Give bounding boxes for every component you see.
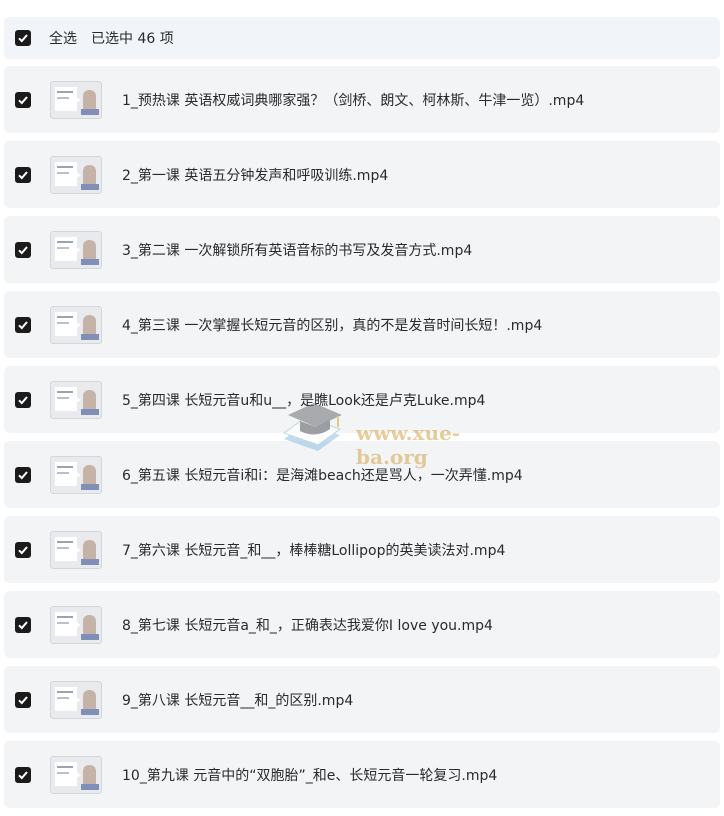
list-item[interactable]: 10_第九课 元音中的“双胞胎”_和e、长短元音一轮复习.mp4 [4, 741, 720, 808]
selection-header: 全选 已选中 46 项 [4, 17, 720, 59]
file-name[interactable]: 2_第一课 英语五分钟发声和呼吸训练.mp4 [122, 165, 388, 185]
checkmark-icon [18, 770, 28, 779]
video-thumbnail-icon [50, 605, 102, 644]
list-item[interactable]: 1_预热课 英语权威词典哪家强？（剑桥、朗文、柯林斯、牛津一览）.mp4 [4, 66, 720, 133]
item-checkbox[interactable] [15, 166, 31, 183]
watermark-logo: www.xue-ba.org [278, 393, 528, 469]
item-checkbox[interactable] [15, 766, 31, 783]
checkmark-icon [18, 620, 28, 629]
item-checkbox[interactable] [15, 241, 31, 258]
list-item[interactable]: 7_第六课 长短元音_和__，棒棒糖Lollipop的英美读法对.mp4 [4, 516, 720, 583]
video-thumbnail-icon [50, 455, 102, 494]
checkmark-icon [18, 245, 28, 254]
play-icon [70, 317, 81, 332]
video-thumbnail-icon [50, 755, 102, 794]
video-thumbnail-icon [50, 530, 102, 569]
checkmark-icon [18, 470, 28, 479]
selected-count: 已选中 46 项 [91, 31, 174, 47]
video-thumbnail-icon [50, 155, 102, 194]
video-thumbnail-icon [50, 80, 102, 119]
item-checkbox[interactable] [15, 91, 31, 108]
item-checkbox[interactable] [15, 466, 31, 483]
graduation-cap-logo [282, 403, 342, 451]
item-checkbox[interactable] [15, 616, 31, 633]
play-icon [70, 467, 81, 482]
checkmark-icon [18, 395, 28, 404]
item-checkbox[interactable] [15, 691, 31, 708]
play-icon [70, 167, 81, 182]
checkmark-icon [18, 95, 28, 104]
checkmark-icon [18, 545, 28, 554]
list-item[interactable]: 8_第七课 长短元音a_和_，正确表达我爱你I love you.mp4 [4, 591, 720, 658]
file-name[interactable]: 4_第三课 一次掌握长短元音的区别，真的不是发音时间长短！.mp4 [122, 315, 542, 335]
video-thumbnail-icon [50, 380, 102, 419]
video-thumbnail-icon [50, 230, 102, 269]
list-item[interactable]: 4_第三课 一次掌握长短元音的区别，真的不是发音时间长短！.mp4 [4, 291, 720, 358]
file-name[interactable]: 7_第六课 长短元音_和__，棒棒糖Lollipop的英美读法对.mp4 [122, 540, 505, 560]
file-name[interactable]: 9_第八课 长短元音__和_的区别.mp4 [122, 690, 353, 710]
checkmark-icon [18, 320, 28, 329]
checkmark-icon [18, 695, 28, 704]
file-name[interactable]: 3_第二课 一次解锁所有英语音标的书写及发音方式.mp4 [122, 240, 472, 260]
select-all-checkbox[interactable] [15, 30, 31, 46]
video-thumbnail-icon [50, 680, 102, 719]
play-icon [70, 767, 81, 782]
video-thumbnail-icon [50, 305, 102, 344]
play-icon [70, 542, 81, 557]
item-checkbox[interactable] [15, 316, 31, 333]
play-icon [70, 92, 81, 107]
play-icon [70, 392, 81, 407]
list-item[interactable]: 3_第二课 一次解锁所有英语音标的书写及发音方式.mp4 [4, 216, 720, 283]
checkmark-icon [18, 34, 28, 43]
file-name[interactable]: 10_第九课 元音中的“双胞胎”_和e、长短元音一轮复习.mp4 [122, 765, 497, 785]
file-name[interactable]: 1_预热课 英语权威词典哪家强？（剑桥、朗文、柯林斯、牛津一览）.mp4 [122, 90, 584, 110]
item-checkbox[interactable] [15, 541, 31, 558]
checkmark-icon [18, 170, 28, 179]
list-item[interactable]: 9_第八课 长短元音__和_的区别.mp4 [4, 666, 720, 733]
watermark-text: www.xue-ba.org [356, 421, 461, 469]
select-all-label[interactable]: 全选 [49, 28, 77, 48]
item-checkbox[interactable] [15, 391, 31, 408]
play-icon [70, 692, 81, 707]
list-item[interactable]: 2_第一课 英语五分钟发声和呼吸训练.mp4 [4, 141, 720, 208]
play-icon [70, 617, 81, 632]
file-name[interactable]: 8_第七课 长短元音a_和_，正确表达我爱你I love you.mp4 [122, 615, 493, 635]
play-icon [70, 242, 81, 257]
